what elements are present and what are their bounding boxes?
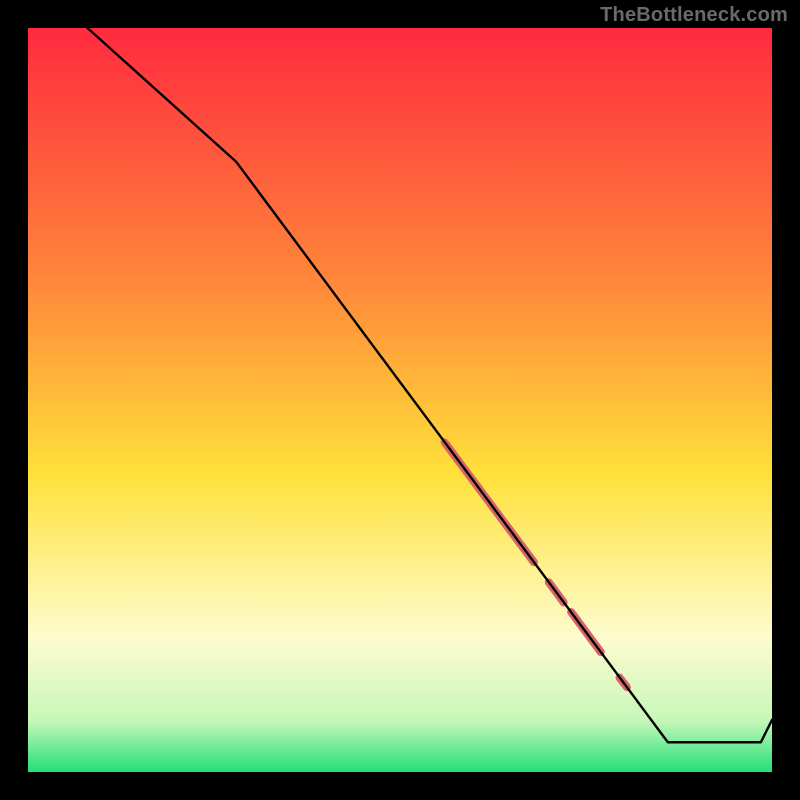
chart-svg (0, 0, 800, 800)
chart-stage: TheBottleneck.com (0, 0, 800, 800)
plot-background (28, 28, 772, 772)
watermark-label: TheBottleneck.com (600, 4, 788, 27)
